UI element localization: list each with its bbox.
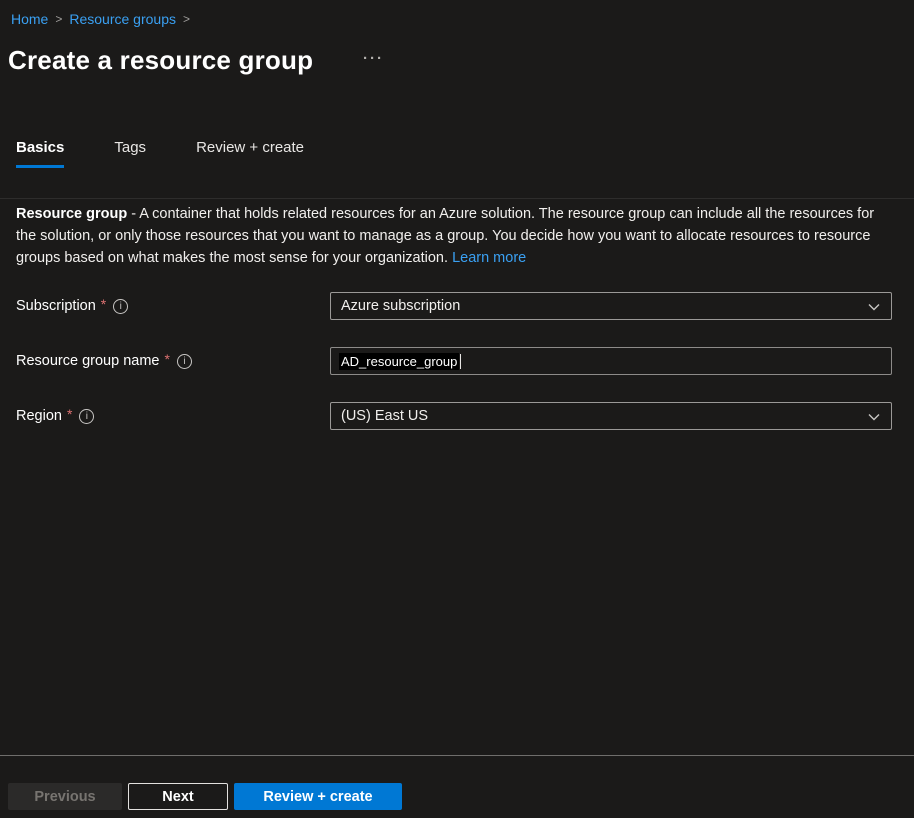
text-cursor bbox=[460, 354, 461, 369]
footer-action-bar: Previous Next Review + create bbox=[0, 783, 914, 811]
resource-group-name-label: Resource group name * i bbox=[16, 353, 192, 369]
required-asterisk: * bbox=[164, 351, 169, 367]
info-icon[interactable]: i bbox=[79, 409, 94, 424]
resource-group-name-input[interactable]: AD_resource_group bbox=[330, 347, 892, 375]
footer-divider bbox=[0, 755, 914, 756]
breadcrumb: Home > Resource groups > bbox=[11, 11, 190, 27]
info-icon[interactable]: i bbox=[177, 354, 192, 369]
learn-more-link[interactable]: Learn more bbox=[452, 250, 526, 266]
resource-group-name-label-text: Resource group name bbox=[16, 353, 159, 369]
breadcrumb-link-home[interactable]: Home bbox=[11, 11, 48, 27]
description-lead: Resource group bbox=[16, 206, 127, 222]
resource-group-name-row: Resource group name * i AD_resource_grou… bbox=[0, 347, 914, 375]
breadcrumb-separator-icon: > bbox=[55, 12, 62, 26]
tab-tags[interactable]: Tags bbox=[114, 139, 146, 168]
subscription-row: Subscription * i Azure subscription bbox=[0, 292, 914, 320]
region-dropdown-value: (US) East US bbox=[341, 408, 428, 424]
next-button[interactable]: Next bbox=[128, 783, 228, 810]
subscription-dropdown[interactable]: Azure subscription bbox=[330, 292, 892, 320]
previous-button[interactable]: Previous bbox=[8, 783, 122, 810]
region-label: Region * i bbox=[16, 408, 94, 424]
resource-group-name-value: AD_resource_group bbox=[339, 353, 459, 370]
more-options-icon[interactable]: ··· bbox=[363, 50, 384, 67]
tabs-divider bbox=[0, 198, 914, 199]
region-row: Region * i (US) East US bbox=[0, 402, 914, 430]
breadcrumb-separator-icon: > bbox=[183, 12, 190, 26]
chevron-down-icon bbox=[867, 300, 881, 314]
region-label-text: Region bbox=[16, 408, 62, 424]
info-icon[interactable]: i bbox=[113, 299, 128, 314]
subscription-dropdown-value: Azure subscription bbox=[341, 298, 460, 314]
breadcrumb-link-resource-groups[interactable]: Resource groups bbox=[69, 11, 176, 27]
tab-review-create[interactable]: Review + create bbox=[196, 139, 304, 168]
description-body: - A container that holds related resourc… bbox=[16, 206, 874, 266]
tab-list: Basics Tags Review + create bbox=[16, 139, 304, 168]
tab-basics[interactable]: Basics bbox=[16, 139, 64, 168]
required-asterisk: * bbox=[101, 296, 106, 312]
resource-group-description: Resource group - A container that holds … bbox=[16, 203, 890, 269]
chevron-down-icon bbox=[867, 410, 881, 424]
required-asterisk: * bbox=[67, 406, 72, 422]
review-create-button[interactable]: Review + create bbox=[234, 783, 402, 810]
region-dropdown[interactable]: (US) East US bbox=[330, 402, 892, 430]
subscription-label: Subscription * i bbox=[16, 298, 128, 314]
page-title: Create a resource group bbox=[8, 45, 313, 76]
subscription-label-text: Subscription bbox=[16, 298, 96, 314]
